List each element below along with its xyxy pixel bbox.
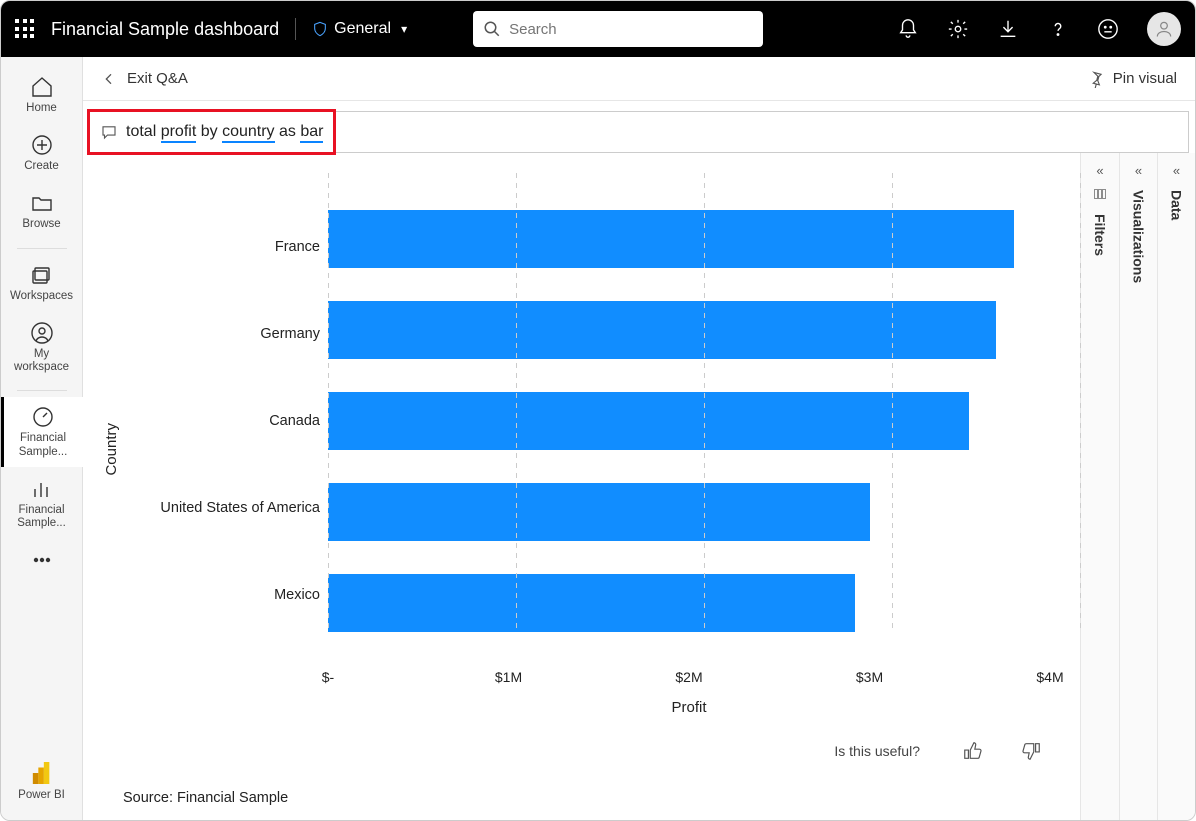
search-input[interactable]: [509, 21, 753, 38]
visualizations-panel[interactable]: « Visualizations: [1119, 153, 1157, 820]
x-tick-label: $-: [322, 669, 334, 685]
category-label: United States of America: [128, 500, 320, 516]
home-icon: [30, 75, 54, 99]
chevron-down-icon: ▾: [401, 22, 407, 36]
y-axis-label: Country: [103, 423, 120, 476]
header-actions: [897, 12, 1181, 46]
x-tick-label: $1M: [495, 669, 522, 685]
useful-prompt: Is this useful?: [834, 743, 920, 759]
chevron-collapse-icon: «: [1173, 163, 1180, 178]
y-axis-tick-labels: France Germany Canada United States of Amer…: [128, 173, 328, 669]
left-nav: Home Create Browse Workspaces My workspa…: [1, 57, 83, 820]
plus-circle-icon: [30, 133, 54, 157]
back-icon[interactable]: [101, 71, 117, 87]
ellipsis-icon: [30, 548, 54, 572]
chart-footer: Is this useful?: [103, 726, 1080, 776]
right-panels: « Filters « Visualizations « Data: [1080, 153, 1195, 820]
bars-container: [328, 173, 1080, 669]
x-axis: $-$1M$2M$3M$4M: [328, 669, 1050, 695]
thumbs-up-icon[interactable]: [962, 740, 984, 762]
x-tick-label: $4M: [1036, 669, 1063, 685]
nav-home[interactable]: Home: [7, 67, 77, 123]
chat-bubble-icon: [100, 123, 118, 141]
page-header: Exit Q&A Pin visual: [83, 57, 1195, 101]
bar[interactable]: [328, 392, 969, 450]
main-column: Exit Q&A Pin visual total profit by coun…: [83, 57, 1195, 820]
notifications-icon[interactable]: [897, 18, 919, 40]
person-circle-icon: [30, 321, 54, 345]
work-area: Country France Germany Canada United States…: [83, 153, 1195, 820]
shield-icon: [312, 20, 328, 38]
global-search[interactable]: [473, 11, 763, 47]
download-icon[interactable]: [997, 18, 1019, 40]
nav-workspaces[interactable]: Workspaces: [7, 255, 77, 311]
bar[interactable]: [328, 210, 1014, 268]
chart-area: Country France Germany Canada United States…: [83, 153, 1080, 820]
nav-create[interactable]: Create: [7, 125, 77, 181]
bar[interactable]: [328, 483, 870, 541]
feedback-icon[interactable]: [1097, 18, 1119, 40]
settings-icon[interactable]: [947, 18, 969, 40]
category-label: France: [128, 239, 320, 255]
source-line: Source: Financial Sample: [103, 776, 1080, 820]
category-label: Canada: [128, 413, 320, 429]
nav-item-dashboard[interactable]: Financial Sample...: [1, 397, 83, 466]
nav-my-workspace[interactable]: My workspace: [7, 313, 77, 382]
thumbs-down-icon[interactable]: [1020, 740, 1042, 762]
workspace-title: Financial Sample dashboard: [51, 19, 279, 40]
app-root: Financial Sample dashboard General ▾: [0, 0, 1196, 821]
category-label: Germany: [128, 326, 320, 342]
x-tick-label: $3M: [856, 669, 883, 685]
workspaces-icon: [30, 263, 54, 287]
qna-input-container: total profit by country as bar: [89, 111, 1189, 153]
bar-chart-icon: [30, 477, 54, 501]
chart-plot: France Germany Canada United States of Amer…: [128, 173, 1080, 726]
qna-text: total profit by country as bar: [126, 123, 323, 141]
pin-icon: [1087, 70, 1105, 88]
help-icon[interactable]: [1047, 18, 1069, 40]
chevron-collapse-icon: «: [1135, 163, 1142, 178]
nav-browse[interactable]: Browse: [7, 183, 77, 239]
nav-more[interactable]: [7, 540, 77, 580]
app-body: Home Create Browse Workspaces My workspa…: [1, 57, 1195, 820]
x-axis-label: Profit: [328, 695, 1050, 726]
filters-panel[interactable]: « Filters: [1081, 153, 1119, 820]
global-header: Financial Sample dashboard General ▾: [1, 1, 1195, 57]
search-icon: [483, 20, 501, 38]
filter-icon: [1092, 186, 1108, 202]
sensitivity-dropdown[interactable]: General ▾: [312, 20, 407, 38]
bar[interactable]: [328, 574, 855, 632]
data-panel[interactable]: « Data: [1157, 153, 1195, 820]
bar[interactable]: [328, 301, 996, 359]
pin-visual-button[interactable]: Pin visual: [1087, 70, 1177, 88]
header-divider: [295, 18, 296, 40]
x-tick-label: $2M: [675, 669, 702, 685]
chevron-collapse-icon: «: [1096, 163, 1103, 178]
nav-item-report[interactable]: Financial Sample...: [7, 469, 77, 538]
qna-highlight: total profit by country as bar: [87, 109, 336, 155]
app-launcher-icon[interactable]: [15, 19, 35, 39]
sensitivity-label: General: [334, 20, 391, 38]
powerbi-logo-icon: [31, 760, 53, 786]
folder-icon: [30, 191, 54, 215]
chart-canvas: Country France Germany Canada United States…: [103, 173, 1080, 726]
account-avatar[interactable]: [1147, 12, 1181, 46]
gauge-icon: [31, 405, 55, 429]
exit-qna-label[interactable]: Exit Q&A: [127, 70, 188, 87]
category-label: Mexico: [128, 587, 320, 603]
nav-powerbi-home[interactable]: Power BI: [7, 752, 77, 810]
